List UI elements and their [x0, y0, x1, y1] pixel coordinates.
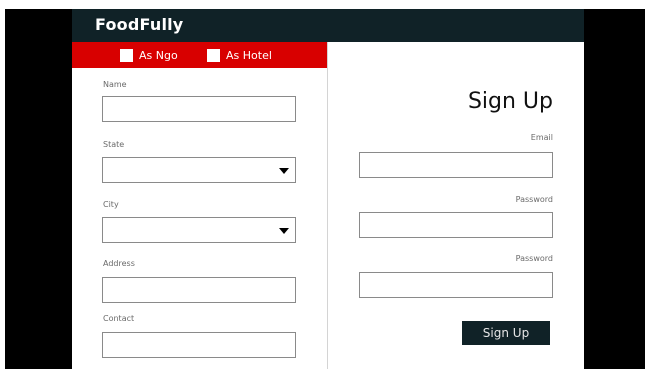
checkbox-icon[interactable]: [120, 48, 133, 62]
role-option-hotel-label: As Hotel: [226, 48, 272, 62]
caret-down-icon: [279, 228, 289, 234]
state-label: State: [103, 140, 125, 149]
state-select[interactable]: [102, 157, 296, 183]
confirm-password-input[interactable]: [359, 272, 553, 298]
role-selector-bar: As Ngo As Hotel: [72, 42, 327, 68]
email-input[interactable]: [359, 152, 553, 178]
checkbox-icon[interactable]: [207, 48, 220, 62]
password-input[interactable]: [359, 212, 553, 238]
password-label: Password: [515, 195, 553, 204]
signup-title: Sign Up: [467, 89, 553, 114]
panel-divider: [327, 42, 328, 369]
brand-logo-text[interactable]: FoodFully: [95, 15, 183, 34]
navbar: FoodFully: [72, 9, 584, 42]
contact-input[interactable]: [102, 332, 296, 358]
name-input[interactable]: [102, 96, 296, 122]
caret-down-icon: [279, 168, 289, 174]
app-window: FoodFully As Ngo As Hotel Name State Cit…: [72, 9, 584, 369]
confirm-password-label: Password: [515, 254, 553, 263]
role-option-hotel[interactable]: As Hotel: [207, 48, 272, 62]
city-label: City: [103, 200, 119, 209]
name-label: Name: [103, 80, 127, 89]
role-option-ngo[interactable]: As Ngo: [120, 48, 178, 62]
role-option-ngo-label: As Ngo: [139, 48, 178, 62]
email-label: Email: [530, 133, 553, 142]
city-select[interactable]: [102, 217, 296, 243]
signup-button[interactable]: Sign Up: [462, 321, 550, 345]
contact-label: Contact: [103, 314, 135, 323]
address-label: Address: [103, 259, 135, 268]
address-input[interactable]: [102, 277, 296, 303]
